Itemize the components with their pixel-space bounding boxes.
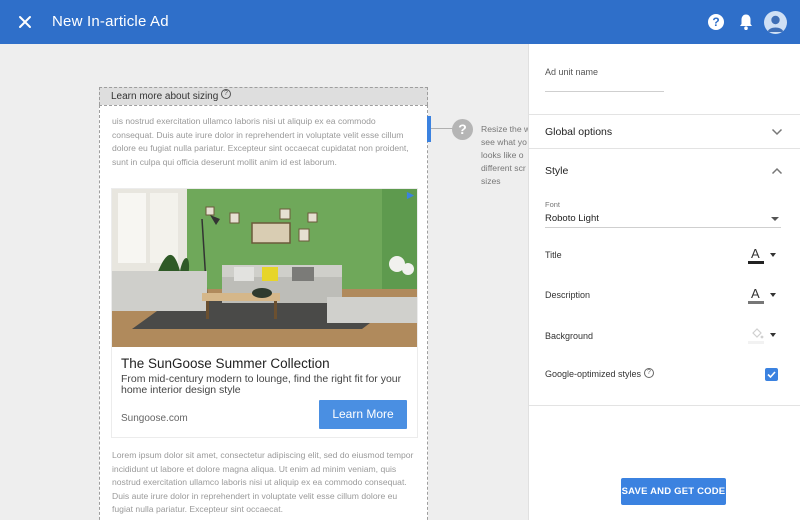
resize-hint-line: Resize the w (481, 124, 528, 134)
style-header[interactable]: Style (545, 165, 568, 177)
article-frame: uis nostrud exercitation ullamco laboris… (99, 105, 428, 520)
title-color-picker[interactable]: A (748, 246, 778, 264)
avatar[interactable] (764, 11, 787, 34)
sizing-bar: Learn more about sizing ? (99, 87, 428, 105)
avatar-icon (767, 15, 784, 32)
close-icon[interactable] (14, 11, 36, 33)
description-color-picker[interactable]: A (748, 286, 778, 304)
text-color-icon: A (751, 246, 760, 261)
learn-more-sizing-link[interactable]: Learn more about sizing (111, 91, 218, 102)
resize-handle[interactable] (427, 116, 431, 142)
divider (529, 114, 800, 115)
description-color-swatch (748, 301, 764, 304)
resize-hint: Resize the w see what yo looks like o di… (481, 123, 528, 188)
ad-unit-name-input[interactable] (545, 91, 664, 92)
resize-hint-line: different scr (481, 163, 526, 173)
ad-headline: The SunGoose Summer Collection (121, 356, 330, 371)
resize-hint-line: looks like o (481, 150, 524, 160)
sizing-help-icon[interactable]: ? (221, 89, 231, 99)
app-header: New In-article Ad ? (0, 0, 800, 44)
title-style-label: Title (545, 250, 562, 260)
save-and-get-code-button[interactable]: SAVE AND GET CODE (621, 478, 726, 505)
ad-description: From mid-century modern to lounge, find … (121, 373, 402, 396)
global-options-header[interactable]: Global options (545, 126, 612, 138)
google-optimized-label: Google-optimized styles (545, 369, 642, 379)
background-color-picker[interactable] (748, 328, 778, 344)
bell-icon[interactable] (738, 13, 754, 31)
fill-bucket-icon (752, 328, 764, 339)
dropdown-arrow-icon (770, 293, 776, 297)
title-color-swatch (748, 261, 764, 264)
help-icon[interactable]: ? (708, 14, 724, 30)
resize-hint-line: see what yo (481, 137, 527, 147)
page-title: New In-article Ad (52, 13, 169, 30)
in-article-ad[interactable]: The SunGoose Summer Collection From mid-… (112, 189, 417, 437)
chevron-down-icon[interactable] (771, 128, 783, 136)
divider (529, 148, 800, 149)
chevron-up-icon[interactable] (771, 167, 783, 175)
adchoices-icon[interactable] (406, 191, 415, 200)
text-color-icon: A (751, 286, 760, 301)
info-icon[interactable]: ? (644, 368, 654, 378)
google-optimized-checkbox[interactable] (765, 368, 778, 381)
font-select[interactable]: Roboto Light (545, 211, 781, 228)
ad-unit-name-label: Ad unit name (545, 67, 599, 77)
resize-connector (431, 128, 453, 129)
background-color-swatch (748, 341, 764, 344)
font-label: Font (545, 200, 561, 209)
dropdown-arrow-icon (770, 333, 776, 337)
dropdown-arrow-icon (770, 253, 776, 257)
settings-panel: Ad unit name Global options Style Font R… (528, 44, 800, 520)
check-icon (767, 371, 776, 379)
font-select-value: Roboto Light (545, 213, 599, 224)
divider (529, 405, 800, 406)
description-style-label: Description (545, 290, 591, 300)
article-text-top: uis nostrud exercitation ullamco laboris… (112, 116, 409, 167)
ad-preview-area: Learn more about sizing ? uis nostrud ex… (0, 44, 528, 520)
ad-image (112, 189, 417, 347)
background-style-label: Background (545, 331, 594, 341)
ad-domain: Sungoose.com (121, 413, 188, 424)
ad-cta-button[interactable]: Learn More (319, 400, 407, 429)
resize-help-icon: ? (452, 119, 473, 140)
resize-hint-line: sizes (481, 176, 501, 186)
dropdown-arrow-icon (771, 217, 779, 221)
article-text-bottom: Lorem ipsum dolor sit amet, consectetur … (112, 450, 414, 514)
